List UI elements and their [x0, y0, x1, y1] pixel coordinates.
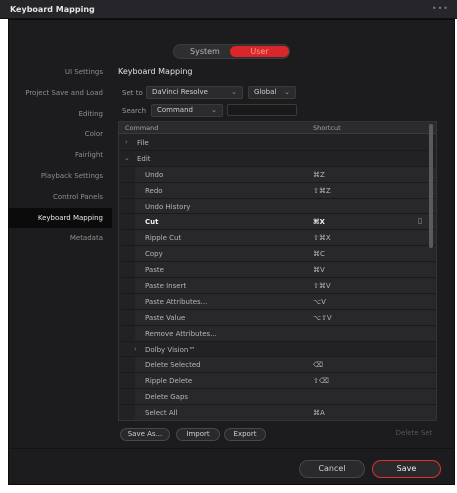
table-header: Command Shortcut	[119, 122, 436, 134]
keyboard-mapping-table: Command Shortcut › File ⌄ Edit Undo ⌘Z R…	[118, 121, 437, 421]
scope-dropdown[interactable]: Global ⌄	[248, 86, 296, 99]
table-row[interactable]: › File	[119, 135, 436, 151]
column-header-shortcut[interactable]: Shortcut	[313, 124, 341, 132]
table-row[interactable]: Select All ⌘A	[119, 405, 436, 420]
row-command: Delete Selected	[145, 361, 201, 370]
row-command: Cut	[145, 218, 159, 227]
delete-set-button[interactable]: Delete Set	[390, 428, 438, 441]
row-command: Paste	[145, 266, 164, 275]
more-dots-icon[interactable]: •••	[432, 4, 449, 13]
row-shortcut[interactable]: ⌘Z	[313, 171, 325, 179]
sidebar-item-project-save-and-load[interactable]: Project Save and Load	[8, 83, 112, 104]
table-row[interactable]: ⌄ Edit	[119, 151, 436, 167]
title-bar: Keyboard Mapping •••	[0, 0, 457, 19]
sidebar: UI Settings Project Save and Load Editin…	[8, 62, 112, 249]
keyboard-preset-dropdown[interactable]: DaVinci Resolve ⌄	[146, 86, 243, 99]
trash-icon[interactable]: ▯	[418, 216, 422, 225]
table-row[interactable]: Ripple Delete ⇧⌫	[119, 373, 436, 390]
table-row[interactable]: Redo ⇧⌘Z	[119, 182, 436, 199]
search-field-dropdown[interactable]: Command ⌄	[151, 104, 223, 117]
table-row[interactable]: Undo History	[119, 198, 436, 215]
row-command: Dolby Vision™	[145, 345, 196, 354]
row-shortcut[interactable]: ⌥⇧V	[313, 314, 332, 322]
row-command: Undo History	[145, 202, 191, 211]
sidebar-item-playback-settings[interactable]: Playback Settings	[8, 166, 112, 187]
row-command: Redo	[145, 186, 163, 195]
sidebar-item-editing[interactable]: Editing	[8, 104, 112, 125]
row-command: Edit	[137, 154, 151, 163]
row-shortcut[interactable]: ⌘A	[313, 409, 325, 417]
row-shortcut[interactable]: ⇧⌘X	[313, 234, 331, 242]
row-shortcut[interactable]: ⌘V	[313, 266, 325, 274]
export-button[interactable]: Export	[224, 428, 266, 441]
table-row[interactable]: Undo ⌘Z	[119, 166, 436, 183]
row-shortcut[interactable]: ⌘X	[313, 218, 325, 226]
cancel-button[interactable]: Cancel	[299, 460, 365, 478]
chevron-down-icon: ⌄	[231, 88, 237, 96]
save-button[interactable]: Save	[372, 460, 441, 478]
table-row[interactable]: Paste Attributes... ⌥V	[119, 293, 436, 310]
system-user-toggle: System User	[173, 44, 290, 59]
page-title: Keyboard Mapping	[118, 67, 193, 76]
row-shortcut[interactable]: ⌥V	[313, 298, 326, 306]
row-shortcut[interactable]: ⌘C	[313, 250, 325, 258]
row-command: Remove Attributes...	[145, 329, 217, 338]
table-row-selected[interactable]: Cut ⌘X ▯	[119, 214, 436, 231]
table-row[interactable]: › Dolby Vision™	[119, 342, 436, 358]
row-command: Paste Insert	[145, 282, 187, 291]
save-as-button[interactable]: Save As...	[120, 428, 170, 441]
column-header-command[interactable]: Command	[125, 124, 158, 132]
footer-divider	[8, 448, 455, 449]
sidebar-item-metadata[interactable]: Metadata	[8, 228, 112, 249]
table-row[interactable]: Copy ⌘C	[119, 246, 436, 263]
row-command: Undo	[145, 170, 164, 179]
table-row[interactable]: Delete Gaps	[119, 389, 436, 406]
row-command: Ripple Cut	[145, 234, 182, 243]
table-body: › File ⌄ Edit Undo ⌘Z Redo ⇧⌘Z Undo Hist…	[119, 135, 436, 420]
table-row[interactable]: Remove Attributes...	[119, 325, 436, 342]
scope-value: Global	[254, 88, 277, 96]
search-field-value: Command	[157, 106, 193, 114]
row-command: Paste Value	[145, 313, 186, 322]
row-shortcut[interactable]: ⇧⌫	[313, 377, 329, 385]
sidebar-item-ui-settings[interactable]: UI Settings	[8, 62, 112, 83]
chevron-down-icon[interactable]: ⌄	[124, 154, 130, 162]
tab-user[interactable]: User	[230, 46, 289, 57]
table-scrollbar[interactable]	[429, 124, 433, 248]
row-command: Select All	[145, 409, 178, 418]
tab-system[interactable]: System	[190, 47, 220, 56]
import-button[interactable]: Import	[176, 428, 220, 441]
table-row[interactable]: Paste ⌘V	[119, 262, 436, 279]
row-command: File	[137, 139, 149, 147]
table-row[interactable]: Ripple Cut ⇧⌘X	[119, 230, 436, 247]
row-command: Delete Gaps	[145, 393, 189, 402]
row-shortcut[interactable]: ⇧⌘V	[313, 282, 331, 290]
sidebar-item-keyboard-mapping[interactable]: Keyboard Mapping	[8, 207, 112, 229]
sidebar-item-fairlight[interactable]: Fairlight	[8, 145, 112, 166]
search-input[interactable]	[227, 104, 297, 116]
window-title: Keyboard Mapping	[10, 5, 95, 14]
chevron-down-icon: ⌄	[211, 106, 217, 114]
search-label: Search	[122, 107, 147, 115]
sidebar-item-color[interactable]: Color	[8, 124, 112, 145]
table-row[interactable]: Delete Selected ⌫	[119, 357, 436, 374]
chevron-right-icon[interactable]: ›	[125, 138, 128, 146]
row-shortcut[interactable]: ⇧⌘Z	[313, 187, 331, 195]
row-command: Paste Attributes...	[145, 297, 208, 306]
keyboard-preset-value: DaVinci Resolve	[152, 88, 208, 96]
row-command: Ripple Delete	[145, 377, 193, 386]
row-shortcut[interactable]: ⌫	[313, 361, 323, 369]
row-command: Copy	[145, 250, 163, 259]
set-to-label: Set to	[122, 89, 143, 97]
table-row[interactable]: Paste Value ⌥⇧V	[119, 309, 436, 326]
sidebar-item-control-panels[interactable]: Control Panels	[8, 187, 112, 208]
table-row[interactable]: Paste Insert ⇧⌘V	[119, 278, 436, 294]
chevron-down-icon: ⌄	[284, 88, 290, 96]
chevron-right-icon[interactable]: ›	[134, 345, 137, 353]
